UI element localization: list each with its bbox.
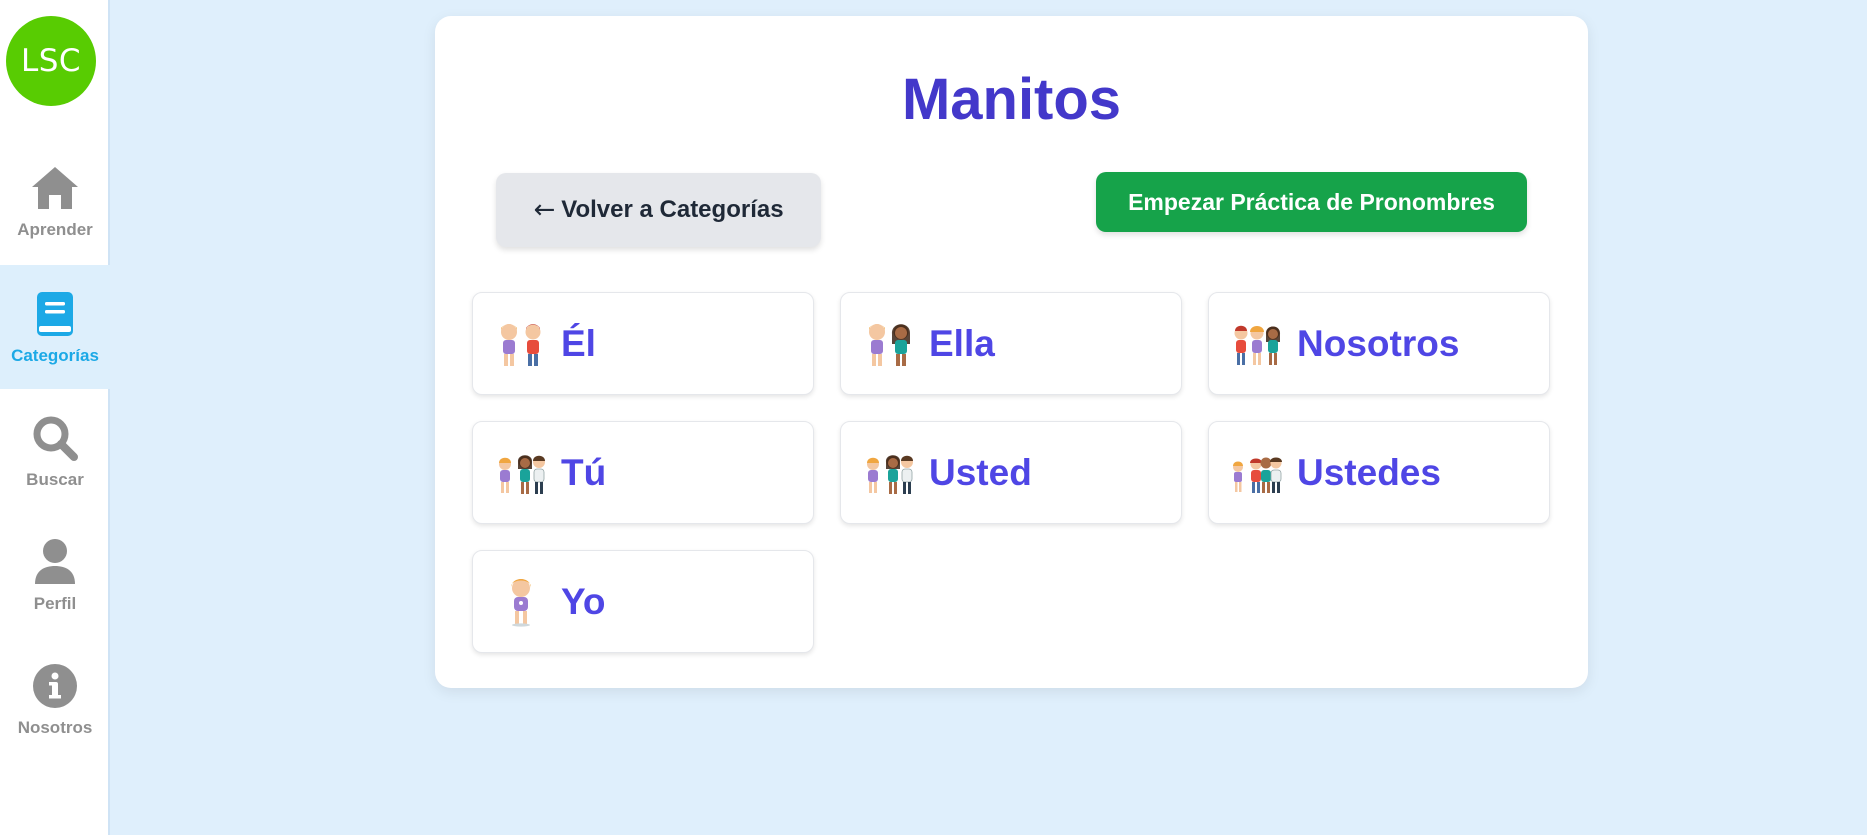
kids-pointing-icon — [863, 447, 915, 499]
info-icon — [29, 660, 81, 712]
pronoun-label: Tú — [561, 451, 607, 493]
three-kids-icon — [1231, 318, 1283, 370]
sidebar-item-categorias[interactable]: Categorías — [0, 265, 110, 389]
sidebar-item-label: Nosotros — [17, 718, 93, 737]
two-kids-icon — [863, 318, 915, 370]
pronoun-label: Ustedes — [1297, 451, 1441, 493]
pronoun-label: Nosotros — [1297, 322, 1460, 364]
sidebar-item-label: Buscar — [26, 470, 84, 489]
pronoun-card-tu[interactable]: Tú — [472, 421, 814, 524]
user-icon — [29, 536, 81, 588]
sidebar: LSC Aprender Categorías Buscar Perfil No… — [0, 0, 110, 835]
sidebar-item-nosotros[interactable]: Nosotros — [0, 637, 110, 761]
girl-icon — [495, 576, 547, 628]
sidebar-item-buscar[interactable]: Buscar — [0, 389, 110, 513]
pronoun-card-ustedes[interactable]: Ustedes — [1208, 421, 1550, 524]
pronoun-grid: Él Ella Nosotros Tú Usted Ustedes Yo — [472, 292, 1551, 653]
app-logo[interactable]: LSC — [6, 16, 96, 106]
arrow-left-icon: ← — [533, 195, 556, 225]
page-title: Manitos — [901, 67, 1122, 132]
category-panel: Manitos ← Volver a Categorías Empezar Pr… — [435, 16, 1588, 688]
back-button-label: Volver a Categorías — [561, 196, 784, 223]
pronoun-card-yo[interactable]: Yo — [472, 550, 814, 653]
book-icon — [29, 288, 81, 340]
pronoun-label: Ella — [929, 322, 995, 364]
sidebar-item-label: Categorías — [11, 346, 99, 365]
kids-pointing-icon — [495, 447, 547, 499]
pronoun-card-nosotros[interactable]: Nosotros — [1208, 292, 1550, 395]
two-kids-icon — [495, 318, 547, 370]
sidebar-item-perfil[interactable]: Perfil — [0, 513, 110, 637]
pronoun-card-el[interactable]: Él — [472, 292, 814, 395]
pronoun-card-ella[interactable]: Ella — [840, 292, 1182, 395]
pronoun-label: Él — [561, 322, 596, 364]
home-icon — [29, 162, 81, 214]
pronoun-label: Usted — [929, 451, 1032, 493]
back-to-categories-button[interactable]: ← Volver a Categorías — [496, 173, 821, 247]
pronoun-label: Yo — [561, 580, 606, 622]
group-kids-icon — [1231, 447, 1283, 499]
start-practice-button[interactable]: Empezar Práctica de Pronombres — [1096, 172, 1527, 232]
search-icon — [29, 412, 81, 464]
sidebar-item-label: Perfil — [33, 594, 77, 613]
sidebar-item-aprender[interactable]: Aprender — [0, 139, 110, 263]
sidebar-item-label: Aprender — [17, 220, 93, 239]
pronoun-card-usted[interactable]: Usted — [840, 421, 1182, 524]
